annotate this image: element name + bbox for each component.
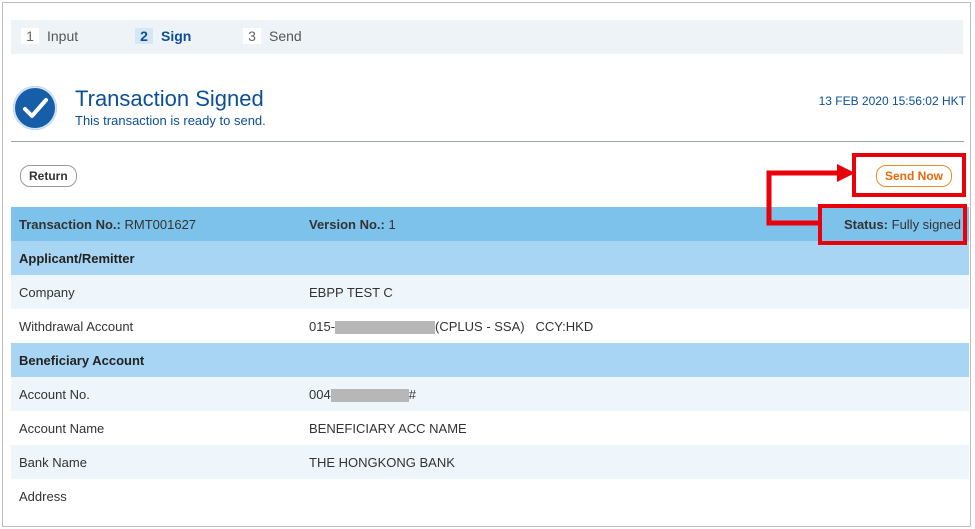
redaction-mask (335, 321, 436, 335)
row-label: Withdrawal Account (19, 319, 134, 334)
page-title: Transaction Signed (75, 86, 264, 111)
send-now-highlight-box (852, 153, 966, 197)
annotation-arrow (766, 164, 855, 226)
table-row: Account No. 004 # (11, 377, 969, 411)
table-row: Company EBPP TEST C (11, 275, 969, 309)
row-label: Account Name (19, 421, 105, 436)
step-label: Sign (161, 28, 192, 44)
transaction-panel: 1 Input 2 Sign 3 Send Transaction Signed Th… (2, 2, 971, 527)
row-value: EBPP TEST C (309, 285, 393, 300)
table-row: Withdrawal Account 015- (CPLUS - SSA) CCY… (11, 309, 969, 343)
table-row: Account Name BENEFICIARY ACC NAME (11, 411, 969, 445)
divider (11, 141, 964, 142)
step-input: 1 Input (21, 28, 78, 44)
step-label: Send (269, 28, 302, 44)
table-row: Bank Name THE HONGKONG BANK (11, 445, 969, 479)
step-number: 2 (135, 28, 153, 44)
row-value: THE HONGKONG BANK (309, 455, 455, 470)
row-label: Company (19, 285, 75, 300)
timestamp: 13 FEB 2020 15:56:02 HKT (818, 94, 966, 108)
step-number: 1 (21, 28, 39, 44)
row-label: Bank Name (19, 455, 87, 470)
step-sign: 2 Sign (135, 28, 191, 44)
version-number: Version No.: 1 (309, 217, 396, 232)
transaction-details-table: Transaction No.: RMT001627 Version No.: … (11, 207, 969, 513)
table-row: Address (11, 479, 969, 513)
section-header-beneficiary: Beneficiary Account (11, 343, 969, 377)
return-button[interactable]: Return (20, 165, 77, 187)
row-value: 015- (CPLUS - SSA) CCY:HKD (309, 319, 594, 335)
transaction-number: Transaction No.: RMT001627 (19, 217, 197, 232)
redaction-mask (330, 389, 409, 403)
row-label: Address (19, 489, 67, 504)
row-label: Account No. (19, 387, 90, 402)
section-header-applicant: Applicant/Remitter (11, 241, 969, 275)
section-title: Beneficiary Account (19, 353, 145, 368)
section-title: Applicant/Remitter (19, 251, 135, 266)
step-number: 3 (243, 28, 261, 44)
check-circle-icon (13, 86, 57, 130)
row-value: 004 # (309, 387, 416, 403)
stepper: 1 Input 2 Sign 3 Send (11, 20, 963, 54)
row-value: BENEFICIARY ACC NAME (309, 421, 467, 436)
page-subtitle: This transaction is ready to send. (75, 113, 266, 128)
step-label: Input (47, 28, 79, 44)
step-send: 3 Send (243, 28, 302, 44)
